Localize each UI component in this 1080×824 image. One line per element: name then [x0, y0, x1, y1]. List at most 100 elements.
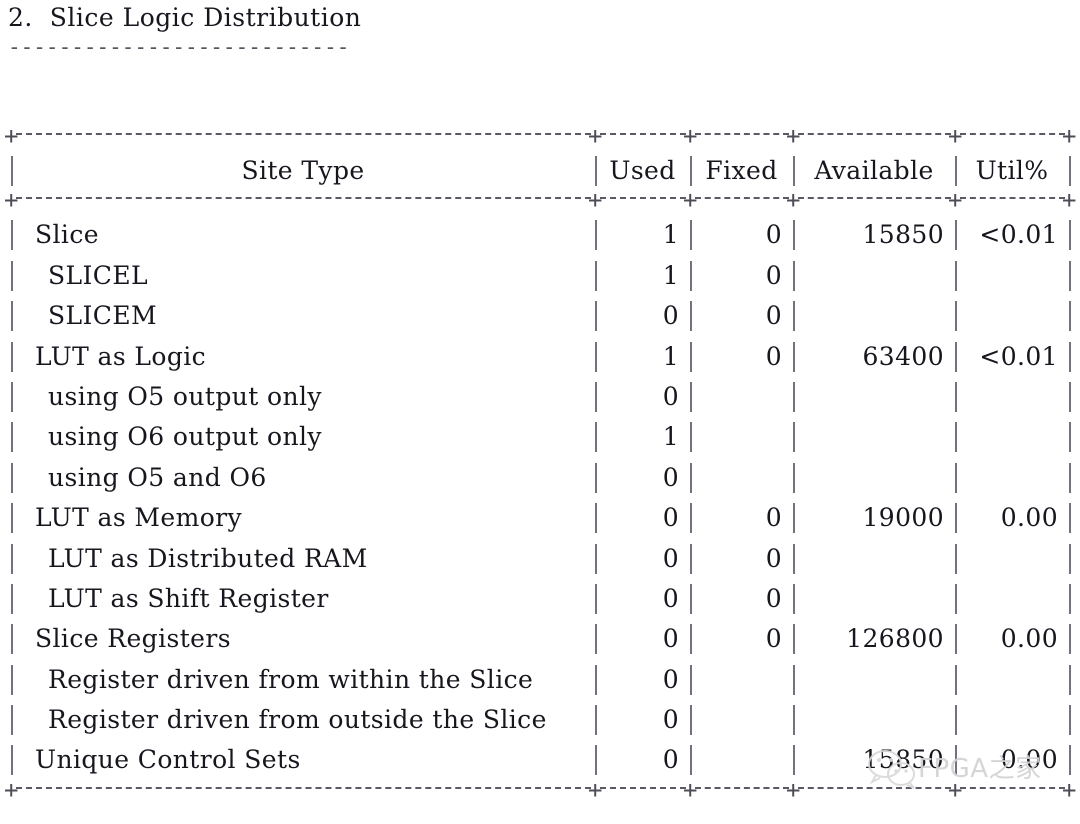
- separator-dash-run: [16, 786, 591, 792]
- cell-util: 0.00: [1000, 745, 1058, 775]
- column-divider: [793, 543, 795, 574]
- bottom-clip: [0, 818, 1080, 824]
- table-row: using O5 and O6 0: [0, 459, 1080, 499]
- column-divider: [1069, 664, 1071, 695]
- cell-used: 0: [662, 745, 679, 775]
- cell-used: 1: [662, 422, 679, 452]
- column-divider: [690, 220, 692, 251]
- table-separator: + + + + + +: [0, 188, 1080, 216]
- cell-used: 0: [662, 664, 679, 694]
- column-divider: [793, 503, 795, 534]
- column-divider: [595, 705, 597, 736]
- cell-available: 15850: [862, 745, 944, 775]
- cell-available: 126800: [846, 624, 944, 654]
- column-header-util: Util%: [975, 156, 1049, 185]
- column-divider: [690, 422, 692, 453]
- table-row: using O5 output only 0: [0, 378, 1080, 418]
- column-divider: [595, 260, 597, 291]
- separator-junction: +: [948, 122, 963, 150]
- column-divider: [11, 705, 13, 736]
- cell-site_type: SLICEM: [48, 301, 157, 331]
- cell-used: 0: [662, 543, 679, 573]
- separator-dash-run: [960, 133, 1065, 138]
- separator-junction: +: [683, 186, 698, 215]
- column-divider: [1069, 260, 1071, 291]
- table-row: SLICEM 0 0: [0, 297, 1080, 337]
- separator-junction: +: [948, 775, 963, 804]
- cell-used: 1: [662, 220, 679, 250]
- separator-junction: +: [588, 186, 603, 215]
- column-divider: [11, 745, 13, 776]
- column-divider: [11, 220, 13, 251]
- cell-used: 0: [662, 705, 679, 735]
- column-divider: [11, 341, 13, 372]
- column-divider: [1069, 381, 1071, 412]
- column-divider: [1069, 543, 1071, 574]
- separator-junction: +: [4, 186, 19, 215]
- column-divider: [690, 664, 692, 695]
- cell-fixed: 0: [765, 503, 782, 533]
- cell-used: 0: [662, 503, 679, 533]
- column-divider: [690, 341, 692, 372]
- separator-dash-run: [695, 786, 789, 792]
- page-title: 2. Slice Logic Distribution: [8, 3, 362, 32]
- column-divider: [955, 624, 957, 655]
- column-divider: [955, 503, 957, 534]
- table-separator: + + + + + +: [0, 778, 1080, 806]
- column-divider: [1069, 705, 1071, 736]
- column-divider: [690, 583, 692, 614]
- column-divider: [595, 381, 597, 412]
- cell-site_type: Slice Registers: [35, 624, 231, 654]
- cell-util: 0.00: [1000, 624, 1058, 654]
- cell-fixed: 0: [765, 341, 782, 371]
- separator-dash-run: [600, 786, 686, 792]
- column-divider: [595, 543, 597, 574]
- separator-dash-run: [695, 133, 789, 138]
- separator-junction: +: [786, 775, 801, 804]
- cell-available: 19000: [862, 503, 944, 533]
- column-divider: [11, 381, 13, 412]
- column-divider: [955, 220, 957, 251]
- column-divider: [955, 260, 957, 291]
- cell-site_type: using O5 and O6: [48, 462, 267, 492]
- utilization-table: + + + + + + Site Type Used Fixed Available Util% + +…: [0, 124, 1080, 806]
- cell-used: 0: [662, 301, 679, 331]
- column-divider: [11, 260, 13, 291]
- cell-available: 63400: [862, 341, 944, 371]
- separator-dash-run: [798, 197, 951, 202]
- column-divider: [793, 583, 795, 614]
- column-divider: [955, 301, 957, 332]
- table-row: using O6 output only 1: [0, 418, 1080, 458]
- cell-used: 0: [662, 381, 679, 411]
- column-divider: [955, 583, 957, 614]
- column-divider: [11, 156, 13, 186]
- table-row: Slice Registers 0 0 126800 0.00: [0, 620, 1080, 660]
- cell-site_type: using O5 output only: [48, 381, 322, 411]
- column-divider: [955, 341, 957, 372]
- table-separator: + + + + + +: [0, 124, 1080, 152]
- table-row: LUT as Shift Register 0 0: [0, 580, 1080, 620]
- separator-junction: +: [786, 186, 801, 215]
- column-divider: [1069, 462, 1071, 493]
- column-divider: [955, 381, 957, 412]
- column-divider: [690, 503, 692, 534]
- column-divider: [793, 624, 795, 655]
- separator-junction: +: [683, 122, 698, 150]
- column-divider: [595, 503, 597, 534]
- column-divider: [793, 745, 795, 776]
- cell-used: 1: [662, 341, 679, 371]
- separator-dash-run: [16, 133, 591, 138]
- column-header-available: Available: [814, 156, 934, 185]
- separator-junction: +: [588, 775, 603, 804]
- column-divider: [11, 543, 13, 574]
- column-divider: [955, 705, 957, 736]
- table-row: Register driven from outside the Slice 0: [0, 701, 1080, 741]
- column-divider: [595, 745, 597, 776]
- separator-junction: +: [786, 122, 801, 150]
- column-divider: [1069, 341, 1071, 372]
- separator-junction: +: [1062, 186, 1077, 215]
- column-divider: [955, 664, 957, 695]
- column-divider: [1069, 156, 1071, 186]
- column-divider: [793, 422, 795, 453]
- table-row: Unique Control Sets 0 15850 0.00: [0, 741, 1080, 781]
